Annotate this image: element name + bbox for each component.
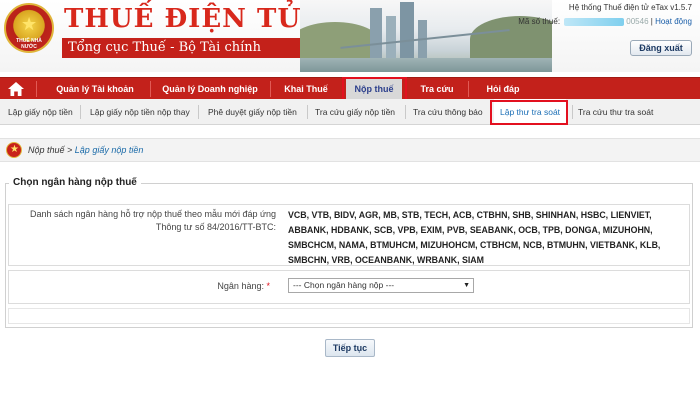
supported-banks-list: VCB, VTB, BIDV, AGR, MB, STB, TECH, ACB,… <box>288 210 661 265</box>
breadcrumb-separator: > <box>64 145 75 155</box>
nav-item-lookup[interactable]: Tra cứu <box>408 78 466 100</box>
tax-id-masked-value <box>564 17 625 26</box>
panel-legend: Chọn ngân hàng nộp thuế <box>9 177 141 188</box>
subnav-item-lookup-notice[interactable]: Tra cứu thông báo <box>407 99 489 125</box>
home-icon[interactable] <box>8 82 24 96</box>
subnav-item-create-payment[interactable]: Lập giấy nộp tiền <box>2 99 79 125</box>
breadcrumb-emblem-icon: ★ <box>6 142 22 158</box>
brand-title: THUẾ ĐIỆN TỬ <box>64 4 301 34</box>
tax-id-label: Mã số thuế: <box>518 17 561 26</box>
continue-button[interactable]: Tiếp tục <box>325 339 375 357</box>
bank-select[interactable]: --- Chọn ngân hàng nộp --- ▼ <box>288 278 474 293</box>
nav-item-account[interactable]: Quản lý Tài khoản <box>44 78 146 100</box>
header: ★ THUẾ NHÀ NƯỚC THUẾ ĐIỆN TỬ Tổng cục Th… <box>0 0 700 72</box>
header-scenery-image <box>300 0 552 72</box>
sub-navbar: Lập giấy nộp tiền Lập giấy nộp tiền nộp … <box>0 99 700 125</box>
subnav-item-lookup-inquiry[interactable]: Tra cứu thư tra soát <box>572 99 659 125</box>
nav-item-business[interactable]: Quản lý Doanh nghiệp <box>154 78 266 100</box>
subnav-highlight-box <box>490 100 568 125</box>
bank-label-text: Ngân hàng: <box>217 281 264 291</box>
breadcrumb: ★ Nộp thuế > Lập giấy nộp tiền <box>0 138 700 162</box>
bank-select-label: Ngân hàng: * <box>120 281 270 291</box>
subnav-item-lookup-payment[interactable]: Tra cứu giấy nộp tiền <box>309 99 401 125</box>
system-name: Hệ thống Thuế điện tử eTax v1.5.7 <box>568 3 692 12</box>
logout-button[interactable]: Đăng xuất <box>630 40 692 56</box>
nav-item-tax-declaration[interactable]: Khai Thuế <box>274 78 338 100</box>
account-info: Hệ thống Thuế điện tử eTax v1.5.7 Mã số … <box>518 3 692 26</box>
subnav-item-approve-payment[interactable]: Phê duyệt giấy nộp tiền <box>202 99 303 125</box>
nav-item-faq[interactable]: Hỏi đáp <box>472 78 534 100</box>
breadcrumb-current: Lập giấy nộp tiền <box>74 145 144 155</box>
subnav-item-create-payment-proxy[interactable]: Lập giấy nộp tiền nộp thay <box>84 99 196 125</box>
brand-subtitle: Tổng cục Thuế - Bộ Tài chính <box>62 38 324 58</box>
required-mark: * <box>266 281 270 291</box>
activity-link[interactable]: Hoạt động <box>655 17 692 26</box>
tax-id-line: Mã số thuế: 00546 | Hoạt động <box>518 17 692 26</box>
emblem-text: THUẾ NHÀ NƯỚC <box>16 38 42 50</box>
supported-banks-label: Danh sách ngân hàng hỗ trợ nộp thuế theo… <box>30 209 276 232</box>
panel-empty-row <box>8 308 690 324</box>
chevron-down-icon: ▼ <box>463 282 470 289</box>
bank-select-value: --- Chọn ngân hàng nộp --- <box>293 280 395 290</box>
national-emblem-icon: ★ THUẾ NHÀ NƯỚC <box>4 3 54 53</box>
breadcrumb-parent[interactable]: Nộp thuế <box>28 145 65 155</box>
breadcrumb-text: Nộp thuế > Lập giấy nộp tiền <box>28 139 143 161</box>
tax-id-value: 00546 <box>626 17 649 26</box>
